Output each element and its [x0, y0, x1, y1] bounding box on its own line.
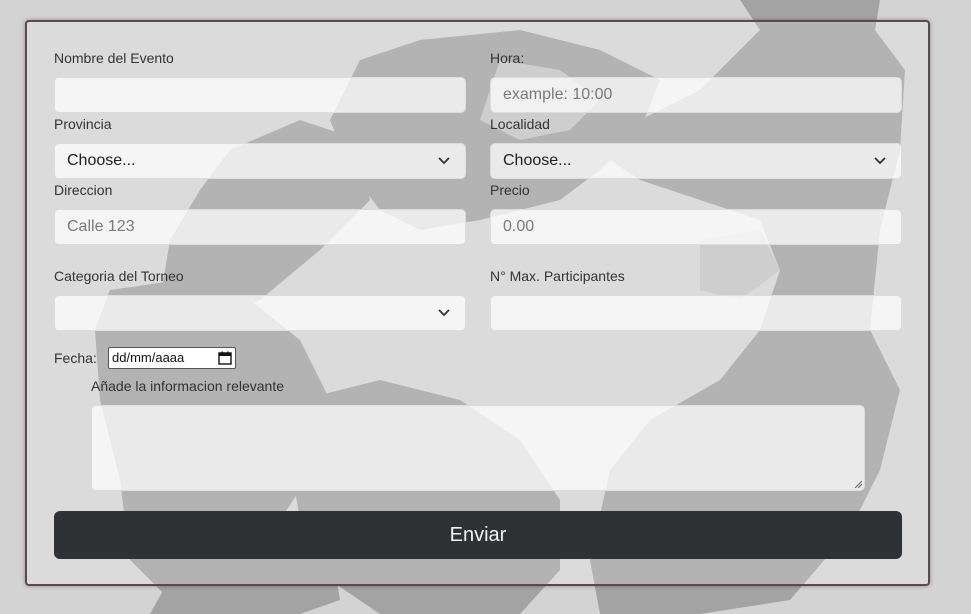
tournament-category-select[interactable]	[54, 295, 466, 331]
time-input[interactable]: example: 10:00	[490, 77, 902, 113]
price-label: Precio	[490, 182, 530, 198]
province-selected-value: Choose...	[67, 152, 136, 169]
max-participants-input[interactable]	[490, 295, 902, 331]
date-input[interactable]: dd/mm/aaaa	[108, 347, 236, 369]
price-placeholder: 0.00	[503, 218, 535, 235]
event-name-input[interactable]	[54, 77, 466, 113]
info-textarea[interactable]	[91, 405, 865, 491]
chevron-down-icon	[438, 309, 450, 317]
submit-button[interactable]: Enviar	[54, 511, 902, 559]
max-participants-label: N° Max. Participantes	[490, 268, 625, 284]
price-input[interactable]: 0.00	[490, 209, 902, 245]
tournament-category-label: Categoria del Torneo	[54, 268, 184, 284]
address-input[interactable]: Calle 123	[54, 209, 466, 245]
time-label: Hora:	[490, 50, 525, 66]
calendar-icon[interactable]	[218, 351, 232, 365]
locality-select[interactable]: Choose...	[490, 143, 902, 179]
info-label: Añade la informacion relevante	[91, 378, 285, 394]
province-select[interactable]: Choose...	[54, 143, 466, 179]
date-label: Fecha:	[54, 350, 97, 366]
locality-selected-value: Choose...	[503, 152, 572, 169]
locality-label: Localidad	[490, 116, 550, 132]
address-label: Direccion	[54, 182, 113, 198]
time-placeholder: example: 10:00	[503, 86, 613, 103]
resize-handle-icon[interactable]	[854, 480, 862, 488]
chevron-down-icon	[438, 157, 450, 165]
date-value: dd/mm/aaaa	[112, 350, 185, 365]
event-name-label: Nombre del Evento	[54, 50, 174, 66]
chevron-down-icon	[874, 157, 886, 165]
address-placeholder: Calle 123	[67, 218, 135, 235]
province-label: Provincia	[54, 116, 112, 132]
